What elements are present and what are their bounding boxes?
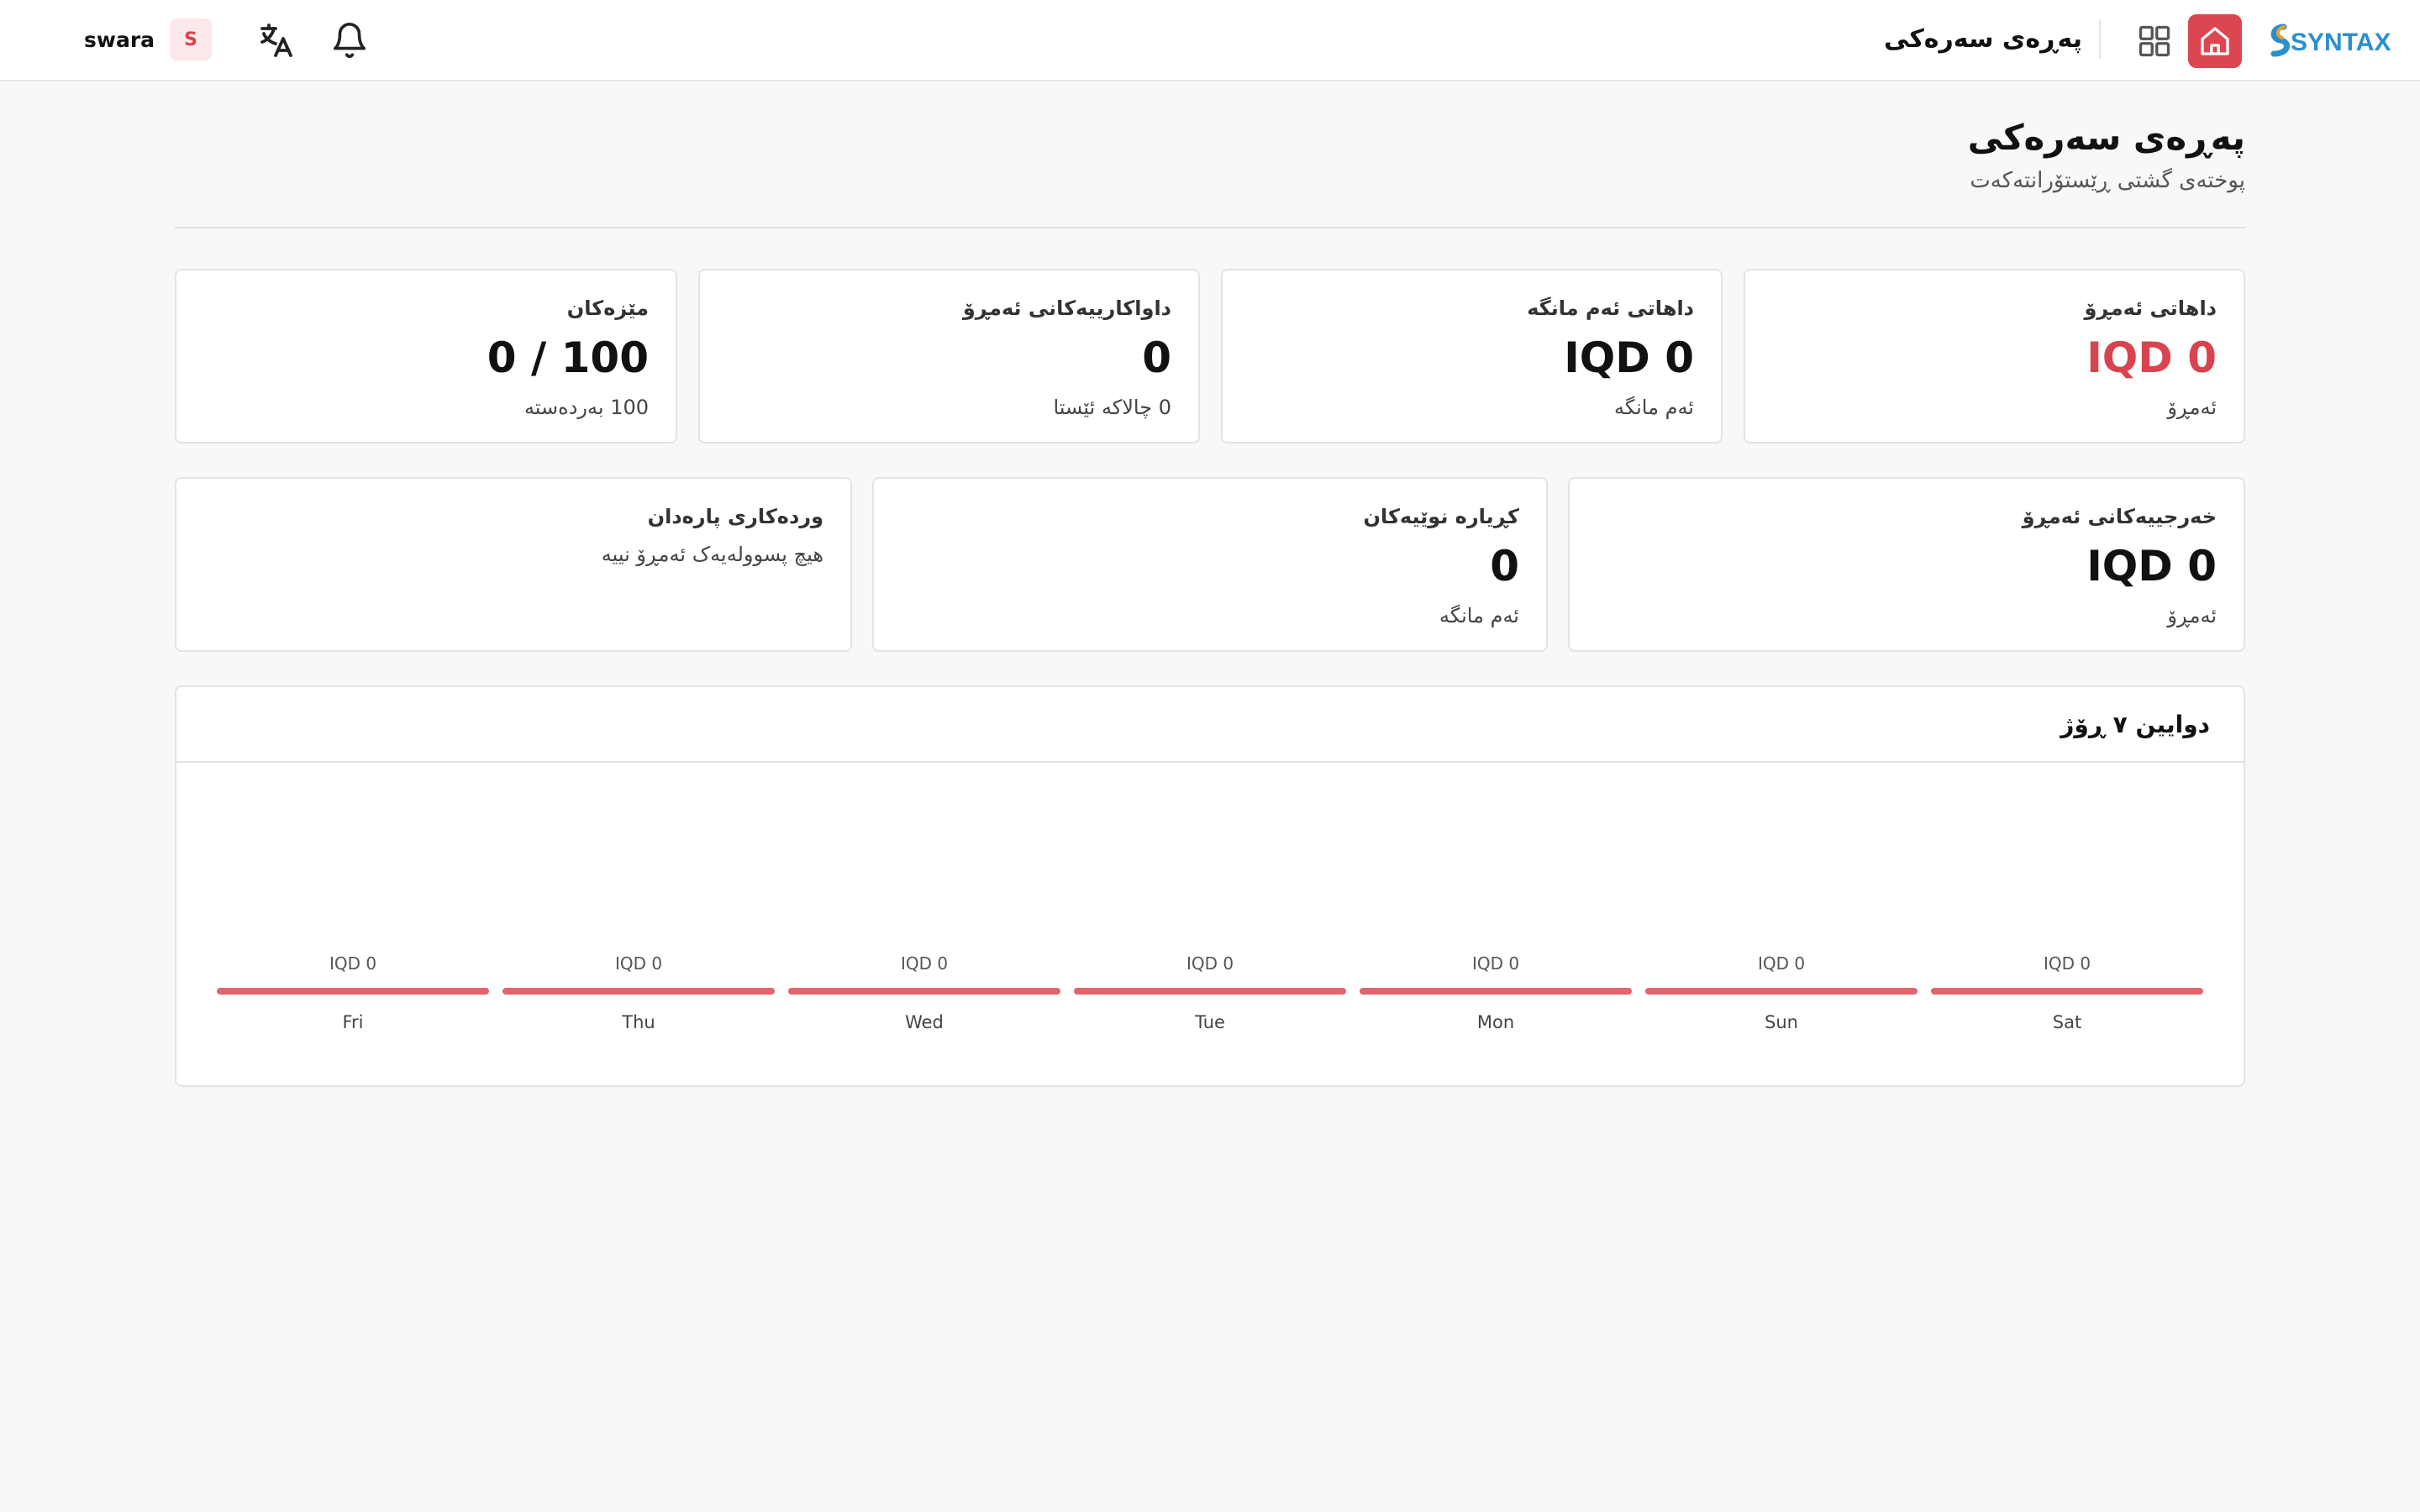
home-icon [2201,27,2229,55]
chart-category-label: Tue [1194,1012,1225,1032]
chart-value-label: IQD 0 [329,953,376,974]
chart-category-label: Fri [342,1012,363,1032]
card-value: IQD 0 [2086,542,2217,591]
card-payment-details: وردەکاری پارەدان هیچ پسوولەیەک ئەمڕۆ نیی… [175,477,852,652]
chart-bar-tue[interactable] [1074,988,1346,995]
topbar-divider [2099,20,2101,59]
chart-category-label: Mon [1477,1012,1514,1032]
card-new-customers: کڕیارە نوێیەکان 0 ئەم مانگە [872,477,1548,652]
chart-category-label: Wed [905,1012,944,1032]
chart-value-label: IQD 0 [615,953,662,974]
chart-bar-sat[interactable] [1931,988,2203,995]
chart-category-label: Sat [2053,1012,2081,1032]
card-label: خەرجییەکانی ئەمڕۆ [2022,505,2217,528]
syntax-logo[interactable]: SYNTAX [2265,17,2395,64]
bell-icon[interactable] [326,17,373,64]
chart-category-label: Thu [621,1012,655,1032]
user-name: swara [84,27,155,52]
chart-bar-wed[interactable] [788,988,1060,995]
home-button[interactable] [2188,14,2242,68]
bar-chart: IQD 0 Fri IQD 0 Thu IQD 0 Wed IQD 0 Tue IQD 0 Mon… [217,953,2203,1032]
card-revenue-month: داهاتی ئەم مانگە IQD 0 ئەم مانگە [1221,269,1723,444]
page-subtitle: پوختەی گشتی ڕێستۆرانتەکەت [1970,168,2245,193]
page-title: پەڕەی سەرەکی [1967,117,2245,158]
card-label: وردەکاری پارەدان [647,505,823,528]
card-value: IQD 0 [1564,333,1694,382]
user-menu[interactable]: swara S [84,18,213,60]
chart-value-label: IQD 0 [1472,953,1519,974]
card-sub: ئەمڕۆ [2167,396,2217,419]
card-sub: ئەمڕۆ [2167,604,2217,627]
card-sub: 100 بەردەستە [523,396,649,419]
chart-value-label: IQD 0 [1186,953,1234,974]
top-bar: swara S پەڕەی سەرەکی SYNTAX [0,0,2420,81]
logo-text: SYNTAX [2291,29,2391,56]
card-value: 0 [1142,333,1171,382]
card-label: داهاتی ئەم مانگە [1527,297,1694,320]
card-orders-today: داواکارییەکانی ئەمڕۆ 0 0 چالاکە ئێستا [698,269,1200,444]
card-label: کڕیارە نوێیەکان [1363,505,1519,528]
card-tables: مێزەکان 100 / 0 100 بەردەستە [175,269,677,444]
card-label: داهاتی ئەمڕۆ [2084,297,2217,320]
chart-category-label: Sun [1765,1012,1798,1032]
card-sub: 0 چالاکە ئێستا [1053,396,1171,419]
card-sub: ئەم مانگە [1439,604,1519,627]
chart-header: دوایین ٧ ڕۆژ [176,687,2244,763]
card-text: هیچ پسوولەیەک ئەمڕۆ نییە [601,543,823,566]
chart-value-label: IQD 0 [1758,953,1805,974]
chart-bar-thu[interactable] [502,988,775,995]
card-sub: ئەم مانگە [1613,396,1694,419]
chart-bar-mon[interactable] [1360,988,1632,995]
card-label: مێزەکان [566,297,649,320]
apps-grid-icon[interactable] [2131,18,2178,65]
header-divider [175,227,2245,228]
topbar-title: پەڕەی سەرەکی [1883,24,2082,54]
card-revenue-today: داهاتی ئەمڕۆ IQD 0 ئەمڕۆ [1744,269,2245,444]
chart-panel: دوایین ٧ ڕۆژ IQD 0 Fri IQD 0 Thu IQD 0 Wed IQD… [175,685,2245,1087]
translate-icon[interactable] [252,17,299,64]
chart-value-label: IQD 0 [901,953,948,974]
chart-title: دوایین ٧ ڕۆژ [2060,710,2210,738]
chart-value-label: IQD 0 [2044,953,2091,974]
card-value: IQD 0 [2086,333,2217,382]
card-expenses-today: خەرجییەکانی ئەمڕۆ IQD 0 ئەمڕۆ [1568,477,2245,652]
chart-bar-sun[interactable] [1645,988,1918,995]
avatar[interactable]: S [170,18,213,60]
chart-bar-fri[interactable] [217,988,489,995]
page-header: پەڕەی سەرەکی پوختەی گشتی ڕێستۆرانتەکەت [175,114,2245,193]
card-value: 100 / 0 [487,333,649,382]
card-label: داواکارییەکانی ئەمڕۆ [962,297,1171,320]
card-value: 0 [1490,542,1519,591]
